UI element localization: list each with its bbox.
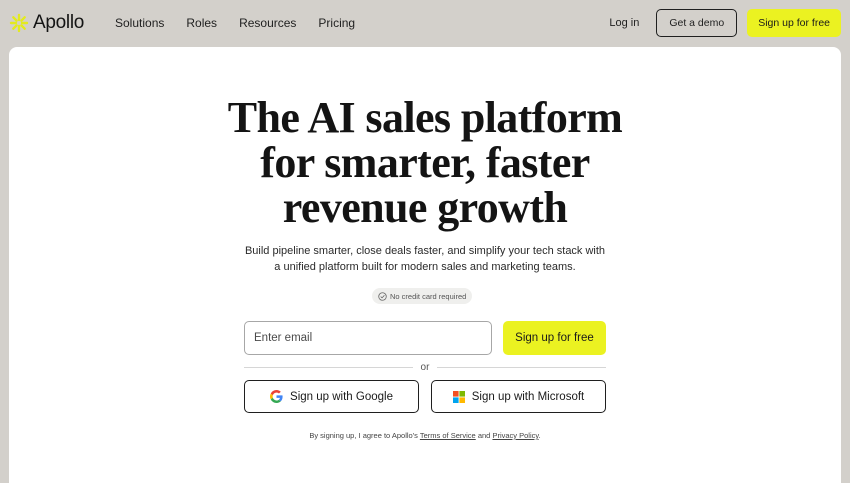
legal-and: and bbox=[477, 431, 491, 440]
google-signup-label: Sign up with Google bbox=[290, 390, 393, 403]
microsoft-signup-label: Sign up with Microsoft bbox=[471, 390, 585, 403]
microsoft-icon bbox=[452, 390, 465, 403]
nav-link-roles[interactable]: Roles bbox=[186, 16, 217, 30]
nav-link-resources[interactable]: Resources bbox=[239, 16, 296, 30]
brand-name: Apollo bbox=[33, 12, 85, 33]
no-credit-card-badge: No credit card required bbox=[372, 288, 473, 304]
divider-line-left bbox=[244, 366, 413, 368]
get-demo-button[interactable]: Get a demo bbox=[656, 9, 738, 37]
apollo-logo-icon bbox=[9, 13, 29, 33]
divider-line-right bbox=[437, 366, 606, 368]
no-credit-card-text: No credit card required bbox=[390, 291, 467, 301]
hero-headline: The AI sales platform for smarter, faste… bbox=[9, 95, 841, 230]
hero-subtitle: Build pipeline smarter, close deals fast… bbox=[9, 243, 841, 275]
headline-line-3: revenue growth bbox=[282, 183, 568, 232]
google-signup-button[interactable]: Sign up with Google bbox=[244, 380, 419, 413]
microsoft-signup-button[interactable]: Sign up with Microsoft bbox=[431, 380, 606, 413]
subtitle-line-1: Build pipeline smarter, close deals fast… bbox=[244, 245, 606, 257]
nav-links: Solutions Roles Resources Pricing bbox=[115, 16, 377, 30]
privacy-link[interactable]: Privacy Policy bbox=[492, 431, 538, 440]
headline-line-1: The AI sales platform bbox=[227, 93, 623, 142]
nav-link-pricing[interactable]: Pricing bbox=[318, 16, 355, 30]
google-icon bbox=[270, 390, 283, 403]
login-link[interactable]: Log in bbox=[609, 17, 639, 29]
legal-suffix: . bbox=[538, 431, 541, 440]
or-text: or bbox=[420, 361, 430, 373]
nav-actions: Log in Get a demo Sign up for free bbox=[609, 9, 841, 37]
brand-logo[interactable]: Apollo bbox=[9, 11, 84, 35]
terms-link[interactable]: Terms of Service bbox=[420, 431, 476, 440]
or-divider: or bbox=[244, 360, 606, 374]
top-nav: Apollo Solutions Roles Resources Pricing… bbox=[0, 0, 850, 46]
legal-text: By signing up, I agree to Apollo's Terms… bbox=[9, 431, 841, 440]
hero-signup-button[interactable]: Sign up for free bbox=[503, 321, 606, 355]
check-circle-icon bbox=[378, 291, 387, 301]
nav-link-solutions[interactable]: Solutions bbox=[115, 16, 164, 30]
headline-line-2: for smarter, faster bbox=[260, 138, 590, 187]
legal-prefix: By signing up, I agree to Apollo's bbox=[309, 431, 418, 440]
email-input[interactable] bbox=[244, 321, 492, 355]
subtitle-line-2: a unified platform built for modern sale… bbox=[274, 261, 576, 273]
hero-card: The AI sales platform for smarter, faste… bbox=[9, 47, 841, 483]
nav-signup-button[interactable]: Sign up for free bbox=[747, 9, 841, 37]
